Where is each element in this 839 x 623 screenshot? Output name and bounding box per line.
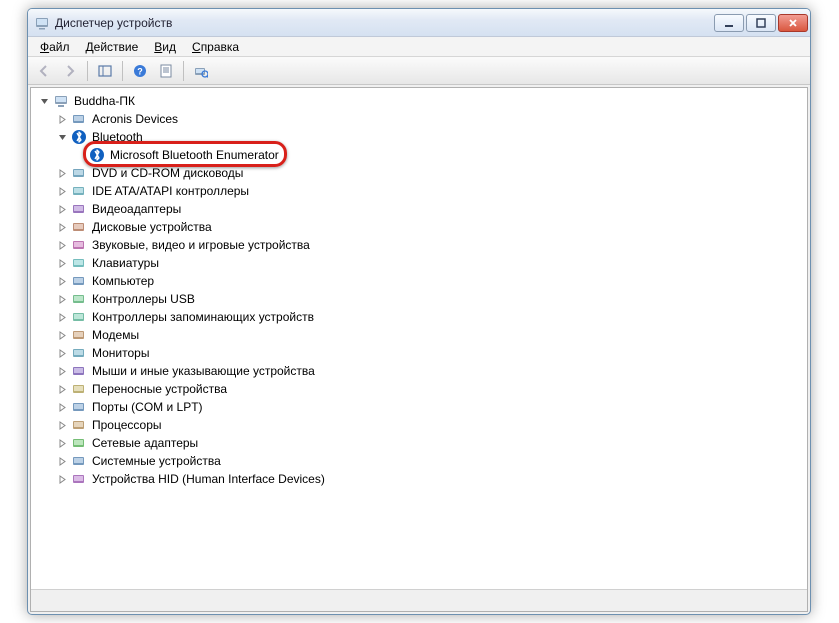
menu-file[interactable]: Файл (32, 38, 78, 56)
content-area: Buddha-ПК Acronis Devices Bluetooth Microso… (30, 87, 808, 612)
status-cell (31, 590, 807, 611)
node-label: Модемы (90, 327, 141, 343)
tree-category[interactable]: Клавиатуры (33, 254, 805, 272)
tree-category[interactable]: Процессоры (33, 416, 805, 434)
expander-icon[interactable] (39, 96, 50, 107)
node-label: Acronis Devices (90, 111, 180, 127)
node-label: Buddha-ПК (72, 93, 137, 109)
tree-category[interactable]: Переносные устройства (33, 380, 805, 398)
node-label: Компьютер (90, 273, 156, 289)
titlebar[interactable]: Диспетчер устройств (28, 9, 810, 37)
expander-icon[interactable] (57, 402, 68, 413)
properties-button[interactable] (154, 59, 178, 83)
menu-help[interactable]: Справка (184, 38, 247, 56)
node-label: Контроллеры запоминающих устройств (90, 309, 316, 325)
expander-icon[interactable] (57, 420, 68, 431)
tree-category[interactable]: Контроллеры USB (33, 290, 805, 308)
expander-icon[interactable] (57, 222, 68, 233)
node-label: Процессоры (90, 417, 164, 433)
statusbar (31, 589, 807, 611)
expander-icon[interactable] (57, 168, 68, 179)
node-label: Bluetooth (90, 129, 145, 145)
menu-action[interactable]: Действие (78, 38, 147, 56)
maximize-button[interactable] (746, 14, 776, 32)
node-label: Microsoft Bluetooth Enumerator (108, 147, 281, 163)
node-label: Клавиатуры (90, 255, 161, 271)
node-label: Сетевые адаптеры (90, 435, 200, 451)
tree-category[interactable]: Мыши и иные указывающие устройства (33, 362, 805, 380)
node-label: Контроллеры USB (90, 291, 197, 307)
node-label: Переносные устройства (90, 381, 229, 397)
expander-icon[interactable] (57, 456, 68, 467)
expander-icon[interactable] (57, 294, 68, 305)
svg-text:?: ? (137, 66, 143, 76)
expander-icon[interactable] (57, 348, 68, 359)
expander-icon[interactable] (57, 438, 68, 449)
close-button[interactable] (778, 14, 808, 32)
expander-icon[interactable] (57, 186, 68, 197)
tree-category[interactable]: Сетевые адаптеры (33, 434, 805, 452)
tree-category[interactable]: Дисковые устройства (33, 218, 805, 236)
toolbar-separator (87, 61, 88, 81)
expander-icon[interactable] (57, 114, 68, 125)
back-button (32, 59, 56, 83)
window-controls (714, 14, 808, 32)
expander-icon[interactable] (57, 330, 68, 341)
tree-category[interactable]: DVD и CD-ROM дисководы (33, 164, 805, 182)
menu-view[interactable]: Вид (146, 38, 184, 56)
tree-category[interactable]: Звуковые, видео и игровые устройства (33, 236, 805, 254)
device-manager-window: Диспетчер устройств Файл Действие Вид Сп… (27, 8, 811, 615)
node-label: Порты (COM и LPT) (90, 399, 205, 415)
scan-hardware-button[interactable] (189, 59, 213, 83)
node-label: Мыши и иные указывающие устройства (90, 363, 317, 379)
tree-category[interactable]: Компьютер (33, 272, 805, 290)
toolbar-separator (183, 61, 184, 81)
menubar: Файл Действие Вид Справка (28, 37, 810, 57)
tree-category[interactable]: Порты (COM и LPT) (33, 398, 805, 416)
node-label: Видеоадаптеры (90, 201, 183, 217)
expander-icon[interactable] (57, 474, 68, 485)
toolbar: ? (28, 57, 810, 85)
tree-category[interactable]: Модемы (33, 326, 805, 344)
expander-icon[interactable] (57, 312, 68, 323)
tree-category[interactable]: Acronis Devices (33, 110, 805, 128)
node-label: DVD и CD-ROM дисководы (90, 165, 245, 181)
node-label: Мониторы (90, 345, 151, 361)
window-title: Диспетчер устройств (55, 16, 714, 30)
forward-button (58, 59, 82, 83)
expander-icon[interactable] (57, 240, 68, 251)
minimize-button[interactable] (714, 14, 744, 32)
toolbar-separator (122, 61, 123, 81)
expander-none (75, 150, 86, 161)
device-tree[interactable]: Buddha-ПК Acronis Devices Bluetooth Microso… (31, 88, 807, 589)
help-button[interactable]: ? (128, 59, 152, 83)
expander-icon[interactable] (57, 204, 68, 215)
tree-category[interactable]: Видеоадаптеры (33, 200, 805, 218)
node-label: Дисковые устройства (90, 219, 214, 235)
expander-icon[interactable] (57, 132, 68, 143)
expander-icon[interactable] (57, 276, 68, 287)
app-icon (34, 15, 50, 31)
tree-item-bluetooth-enumerator[interactable]: Microsoft Bluetooth Enumerator (33, 146, 805, 164)
tree-category[interactable]: Мониторы (33, 344, 805, 362)
tree-category[interactable]: Контроллеры запоминающих устройств (33, 308, 805, 326)
expander-icon[interactable] (57, 384, 68, 395)
expander-icon[interactable] (57, 258, 68, 269)
tree-category[interactable]: Устройства HID (Human Interface Devices) (33, 470, 805, 488)
expander-icon[interactable] (57, 366, 68, 377)
node-label: Устройства HID (Human Interface Devices) (90, 471, 327, 487)
tree-category[interactable]: Системные устройства (33, 452, 805, 470)
node-label: IDE ATA/ATAPI контроллеры (90, 183, 251, 199)
node-label: Системные устройства (90, 453, 223, 469)
tree-category[interactable]: IDE ATA/ATAPI контроллеры (33, 182, 805, 200)
show-hide-tree-button[interactable] (93, 59, 117, 83)
tree-root[interactable]: Buddha-ПК (33, 92, 805, 110)
node-label: Звуковые, видео и игровые устройства (90, 237, 312, 253)
tree-category-bluetooth[interactable]: Bluetooth (33, 128, 805, 146)
